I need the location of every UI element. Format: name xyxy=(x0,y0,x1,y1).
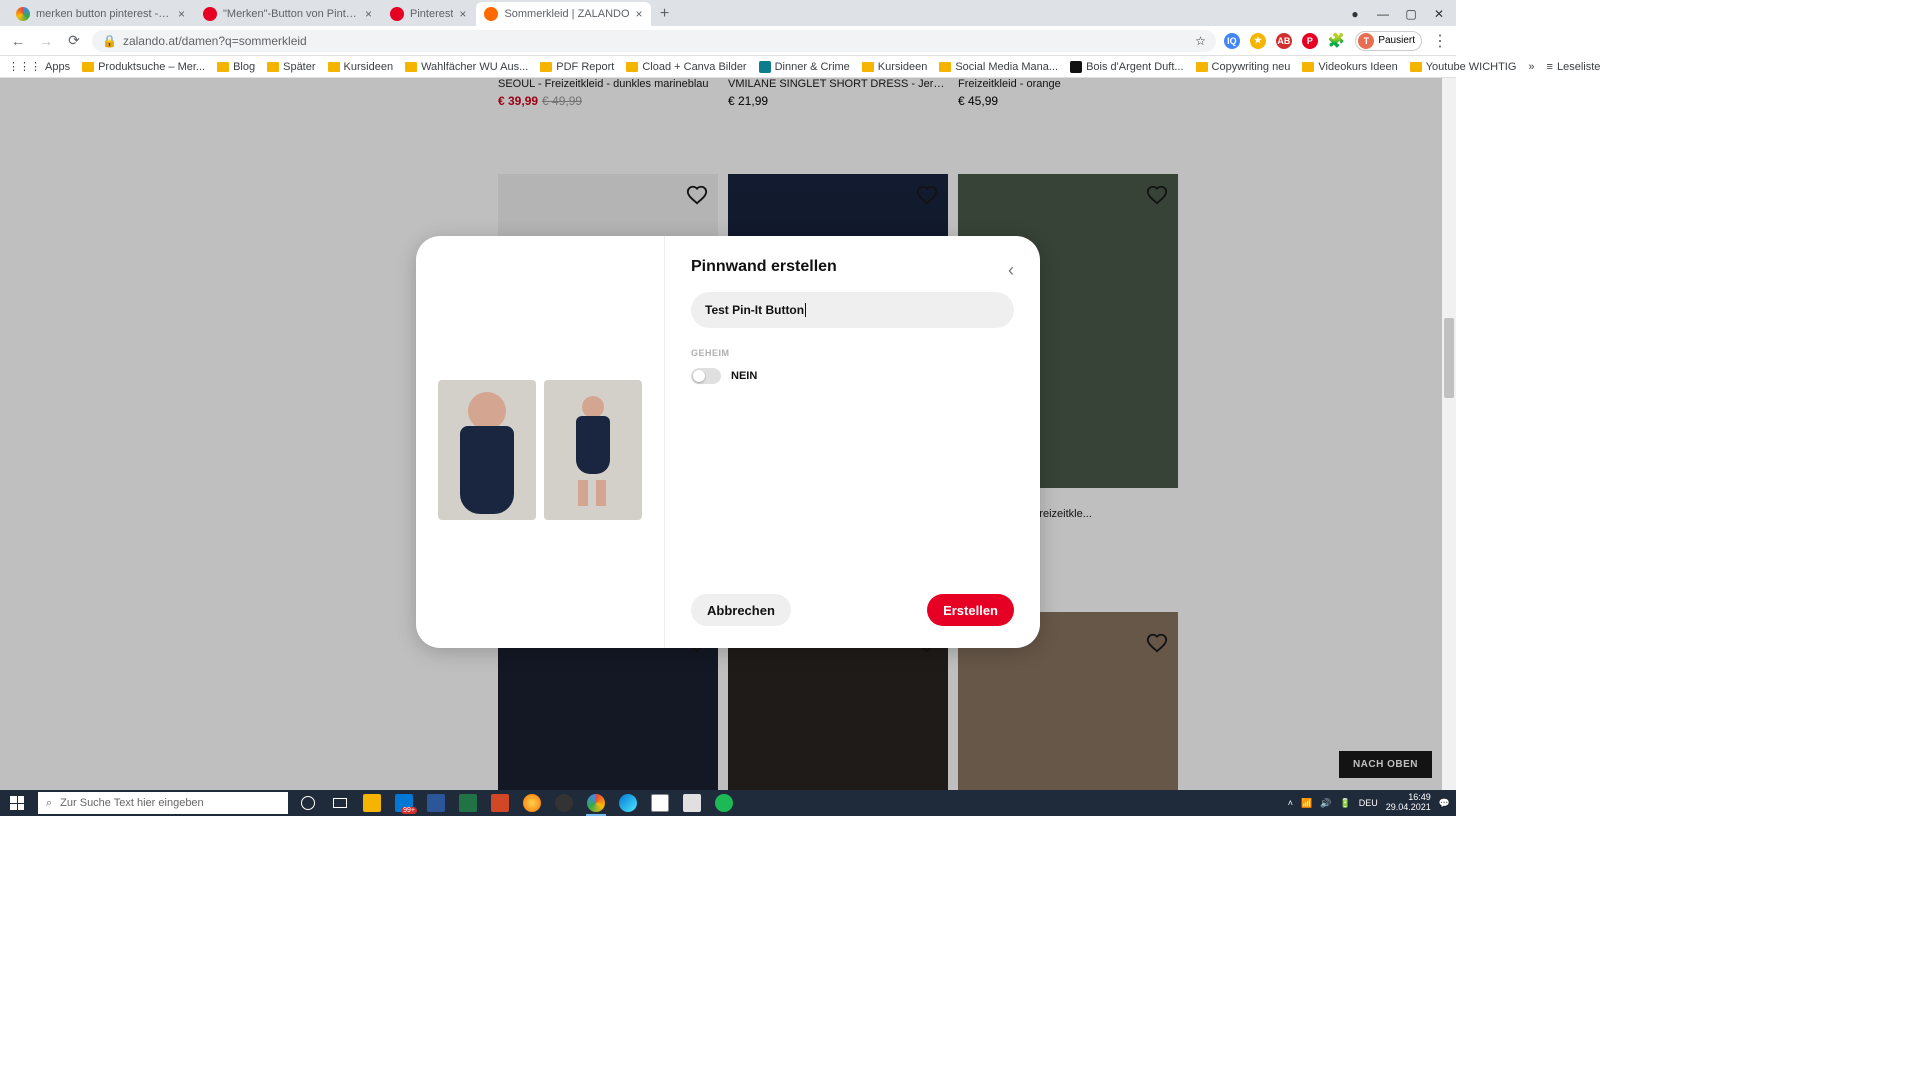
bookmark-item[interactable]: Blog xyxy=(217,61,255,73)
input-value: Test Pin-It Button xyxy=(705,303,804,317)
pin-thumbnail xyxy=(544,380,642,520)
extensions-icon[interactable]: 🧩 xyxy=(1328,32,1345,49)
profile-status: Pausiert xyxy=(1378,35,1415,46)
browser-tab-strip: merken button pinterest - Goog × "Merken… xyxy=(0,0,1456,26)
close-icon[interactable]: × xyxy=(178,7,185,21)
obs-icon[interactable] xyxy=(550,790,578,816)
bookmark-item[interactable]: Wahlfächer WU Aus... xyxy=(405,61,528,73)
lock-icon: 🔒 xyxy=(102,34,117,48)
bookmark-item[interactable]: Kursideen xyxy=(862,61,928,73)
bookmark-item[interactable]: Videokurs Ideen xyxy=(1302,61,1397,73)
mail-icon[interactable]: 99+ xyxy=(390,790,418,816)
extension-icon[interactable]: IQ xyxy=(1224,33,1240,49)
edge-icon[interactable] xyxy=(614,790,642,816)
page-content: SEOUL - Freizeitkleid - dunkles marinebl… xyxy=(0,78,1456,790)
maximize-icon[interactable]: ▢ xyxy=(1404,7,1418,21)
star-icon[interactable]: ☆ xyxy=(1195,34,1206,48)
wifi-icon[interactable]: 📶 xyxy=(1301,798,1312,809)
close-icon[interactable]: × xyxy=(459,7,466,21)
bookmark-item[interactable]: Bois d'Argent Duft... xyxy=(1070,61,1183,73)
reload-button[interactable]: ⟳ xyxy=(64,31,84,51)
tab-title: "Merken"-Button von Pinterest xyxy=(223,8,359,20)
reading-list-button[interactable]: ≡Leseliste xyxy=(1547,61,1601,73)
search-placeholder: Zur Suche Text hier eingeben xyxy=(60,797,204,809)
tab-title: Pinterest xyxy=(410,8,453,20)
page-scrollbar[interactable] xyxy=(1442,78,1456,790)
bookmark-overflow[interactable]: » xyxy=(1528,61,1534,73)
tab-pinterest-help[interactable]: "Merken"-Button von Pinterest × xyxy=(195,2,380,26)
clock[interactable]: 16:49 29.04.2021 xyxy=(1386,793,1431,813)
battery-icon[interactable]: 🔋 xyxy=(1340,798,1351,809)
bookmark-item[interactable]: Später xyxy=(267,61,315,73)
account-dot-icon[interactable]: ● xyxy=(1348,7,1362,21)
tab-pinterest[interactable]: Pinterest × xyxy=(382,2,474,26)
secret-section-label: GEHEIM xyxy=(691,348,1014,358)
bookmark-item[interactable]: Copywriting neu xyxy=(1196,61,1291,73)
search-icon: ⌕ xyxy=(46,797,52,810)
bookmark-item[interactable]: Cload + Canva Bilder xyxy=(626,61,746,73)
new-tab-button[interactable]: + xyxy=(653,2,677,26)
pinterest-ext-icon[interactable]: P xyxy=(1302,33,1318,49)
back-button[interactable]: ← xyxy=(8,31,28,51)
bookmark-item[interactable]: Produktsuche – Mer... xyxy=(82,61,205,73)
forward-button: → xyxy=(36,31,56,51)
excel-icon[interactable] xyxy=(454,790,482,816)
word-icon[interactable] xyxy=(422,790,450,816)
chrome-icon[interactable] xyxy=(582,790,610,816)
toggle-value-label: NEIN xyxy=(731,370,757,382)
board-name-input[interactable]: Test Pin-It Button xyxy=(691,292,1014,328)
language-indicator[interactable]: DEU xyxy=(1359,798,1378,808)
tab-title: Sommerkleid | ZALANDO xyxy=(504,8,629,20)
start-button[interactable] xyxy=(0,790,34,816)
close-icon[interactable]: × xyxy=(636,7,643,21)
profile-button[interactable]: T Pausiert xyxy=(1355,31,1422,51)
notifications-icon[interactable]: 💬 xyxy=(1439,798,1450,809)
bookmark-item[interactable]: Social Media Mana... xyxy=(939,61,1058,73)
powerpoint-icon[interactable] xyxy=(486,790,514,816)
extension-icon[interactable]: ★ xyxy=(1250,33,1266,49)
menu-icon[interactable]: ⋮ xyxy=(1432,31,1448,51)
apps-button[interactable]: ⋮⋮⋮Apps xyxy=(8,60,70,73)
bookmark-item[interactable]: Youtube WICHTIG xyxy=(1410,61,1517,73)
avatar: T xyxy=(1358,33,1374,49)
file-explorer-icon[interactable] xyxy=(358,790,386,816)
close-icon[interactable]: × xyxy=(365,7,372,21)
url-input[interactable]: 🔒 zalando.at/damen?q=sommerkleid ☆ xyxy=(92,30,1216,52)
tab-zalando[interactable]: Sommerkleid | ZALANDO × xyxy=(476,2,650,26)
modal-form-pane: Pinnwand erstellen ‹ Test Pin-It Button … xyxy=(664,236,1040,648)
app-icon[interactable] xyxy=(518,790,546,816)
spotify-icon[interactable] xyxy=(710,790,738,816)
scroll-thumb[interactable] xyxy=(1444,318,1454,398)
pin-thumbnail xyxy=(438,380,536,520)
notepad-icon[interactable] xyxy=(646,790,674,816)
create-button[interactable]: Erstellen xyxy=(927,594,1014,626)
back-chevron-icon[interactable]: ‹ xyxy=(1008,260,1014,281)
cortana-icon[interactable] xyxy=(294,790,322,816)
volume-icon[interactable]: 🔊 xyxy=(1320,798,1331,809)
app-icon[interactable] xyxy=(678,790,706,816)
windows-taskbar: ⌕ Zur Suche Text hier eingeben 99+ ˄ 📶 🔊… xyxy=(0,790,1456,816)
tab-google[interactable]: merken button pinterest - Goog × xyxy=(8,2,193,26)
bookmarks-bar: ⋮⋮⋮Apps Produktsuche – Mer... Blog Späte… xyxy=(0,56,1456,78)
secret-toggle[interactable] xyxy=(691,368,721,384)
taskbar-search[interactable]: ⌕ Zur Suche Text hier eingeben xyxy=(38,792,288,814)
minimize-icon[interactable]: — xyxy=(1376,7,1390,21)
task-view-icon[interactable] xyxy=(326,790,354,816)
modal-title: Pinnwand erstellen xyxy=(691,258,1014,276)
bookmark-item[interactable]: Kursideen xyxy=(328,61,394,73)
adblock-icon[interactable]: AB xyxy=(1276,33,1292,49)
bookmark-item[interactable]: PDF Report xyxy=(540,61,614,73)
url-text: zalando.at/damen?q=sommerkleid xyxy=(123,34,307,48)
modal-preview-pane xyxy=(416,236,664,648)
tray-chevron-icon[interactable]: ˄ xyxy=(1288,798,1293,808)
cancel-button[interactable]: Abbrechen xyxy=(691,594,791,626)
bookmark-item[interactable]: Dinner & Crime xyxy=(759,61,850,73)
tab-title: merken button pinterest - Goog xyxy=(36,8,172,20)
address-bar: ← → ⟳ 🔒 zalando.at/damen?q=sommerkleid ☆… xyxy=(0,26,1456,56)
create-board-modal: Pinnwand erstellen ‹ Test Pin-It Button … xyxy=(416,236,1040,648)
close-window-icon[interactable]: ✕ xyxy=(1432,7,1446,21)
